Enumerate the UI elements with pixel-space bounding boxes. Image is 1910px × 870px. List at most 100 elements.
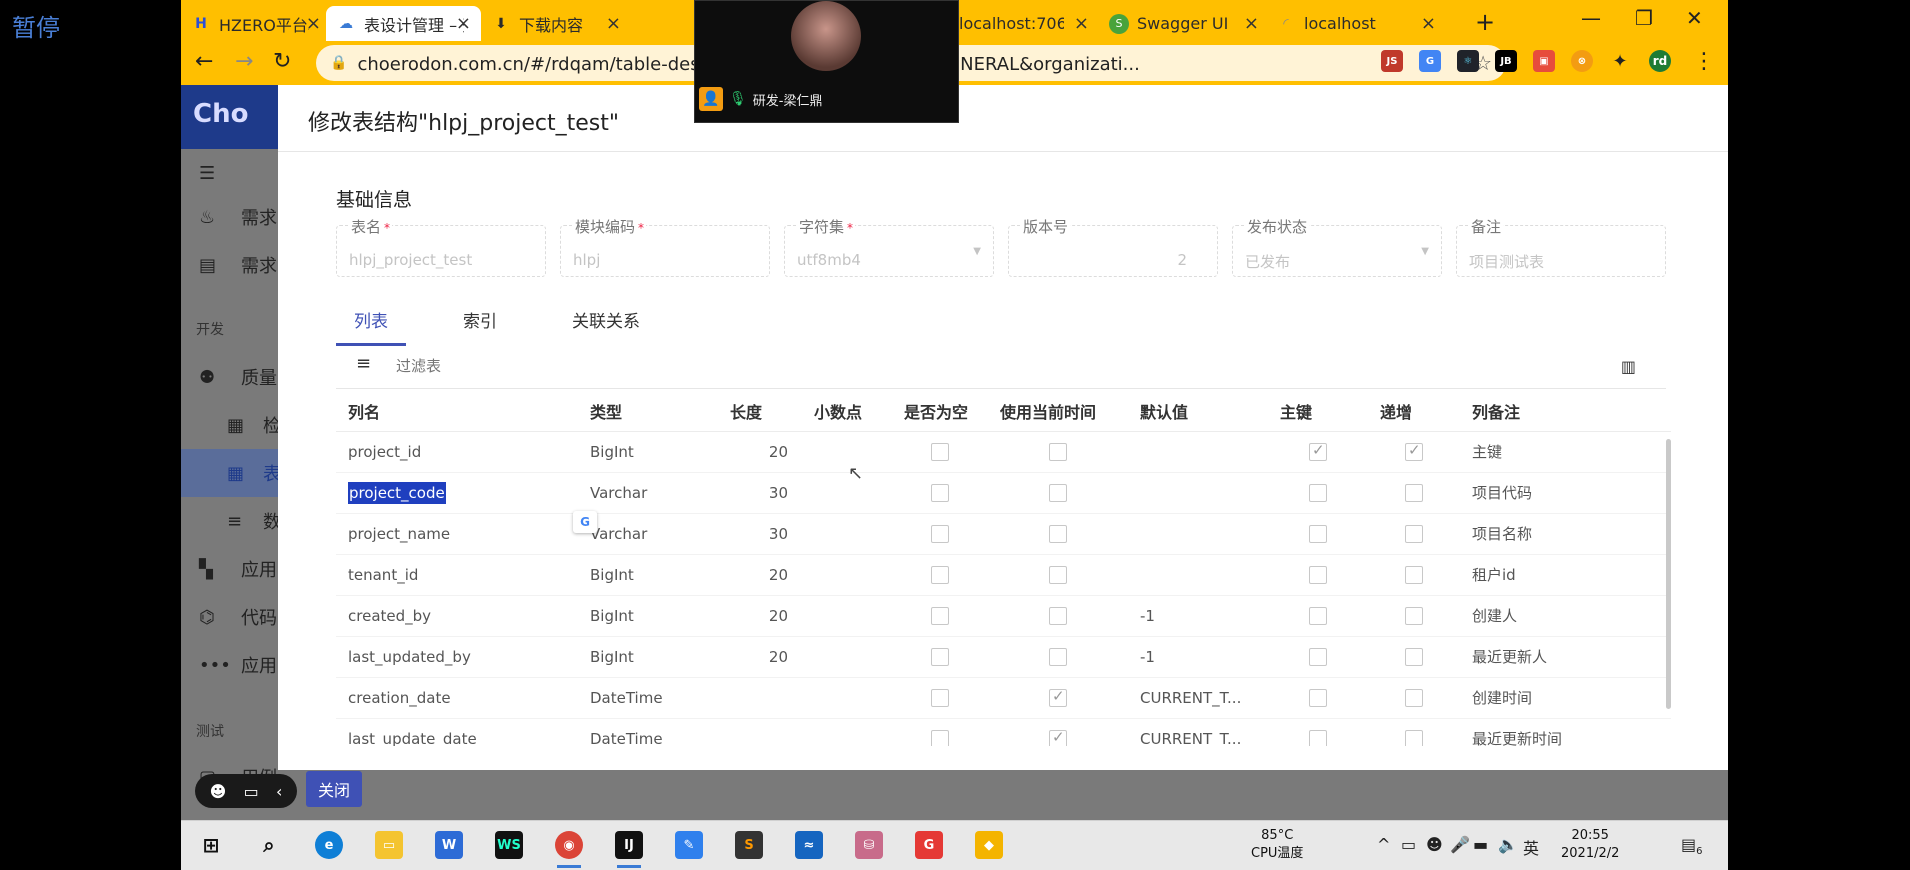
cell-remark[interactable]: 最近更新人 <box>1460 636 1671 678</box>
cell-type[interactable]: DateTime <box>578 677 718 719</box>
cell-remark[interactable]: 租户id <box>1460 554 1671 596</box>
google-translate-badge-icon[interactable]: G <box>573 511 597 533</box>
col-header-use-now[interactable]: 使用当前时间 <box>988 391 1128 432</box>
nullable-checkbox[interactable] <box>931 483 949 502</box>
auto-inc-checkbox[interactable] <box>1405 565 1423 584</box>
cell-type[interactable]: BigInt <box>578 554 718 596</box>
use-now-checkbox[interactable] <box>1049 647 1067 666</box>
tab-relations[interactable]: 关联关系 <box>572 307 640 332</box>
tray-app-icon[interactable]: ☻ <box>1426 835 1443 854</box>
table-row[interactable]: last_updated_by BigInt 20 -1 最近更新人 <box>336 636 1671 678</box>
notification-icon[interactable]: ▤6 <box>1681 835 1703 857</box>
restore-button[interactable]: ❐ <box>1635 6 1653 30</box>
close-icon[interactable]: × <box>1421 13 1436 34</box>
cell-length[interactable]: 20 <box>718 636 802 678</box>
orange-extension-icon[interactable]: ⊗ <box>1571 50 1593 72</box>
close-icon[interactable]: × <box>1074 13 1089 34</box>
edge-icon[interactable]: e <box>315 831 343 859</box>
minimize-button[interactable]: — <box>1581 6 1601 30</box>
search-icon[interactable]: ⌕ <box>255 831 283 859</box>
browser-tab-localhost[interactable]: ◜ localhost × <box>1266 6 1446 41</box>
cell-length[interactable] <box>718 718 802 746</box>
cell-decimal[interactable] <box>802 636 892 678</box>
git-app-icon[interactable]: G <box>915 831 943 859</box>
sidebar-item-0[interactable]: ♨ 需求 <box>181 193 281 241</box>
pk-checkbox[interactable] <box>1309 688 1327 707</box>
cell-default[interactable]: -1 <box>1128 636 1268 678</box>
nullable-checkbox[interactable] <box>931 688 949 707</box>
cell-decimal[interactable] <box>802 677 892 719</box>
cell-default[interactable] <box>1128 513 1268 555</box>
browser-tab-swagger[interactable]: S Swagger UI × <box>1099 6 1269 41</box>
close-icon[interactable]: × <box>456 13 471 34</box>
use-now-checkbox[interactable] <box>1049 606 1067 625</box>
microphone-tray-icon[interactable]: 🎤 <box>1450 835 1470 854</box>
table-row[interactable]: created_by BigInt 20 -1 创建人 <box>336 595 1671 637</box>
webstorm-icon[interactable]: WS <box>495 831 523 859</box>
pk-checkbox[interactable] <box>1309 606 1327 625</box>
cell-remark[interactable]: 创建时间 <box>1460 677 1671 719</box>
module-code-field[interactable]: 模块编码 * hlpj <box>560 216 770 277</box>
pk-checkbox[interactable] <box>1309 483 1327 502</box>
table-scrollbar[interactable] <box>1666 439 1671 709</box>
auto-inc-checkbox[interactable] <box>1405 441 1423 461</box>
back-button[interactable]: ← <box>195 49 213 74</box>
pk-checkbox[interactable] <box>1309 441 1327 461</box>
pk-checkbox[interactable] <box>1309 565 1327 584</box>
cell-length[interactable]: 20 <box>718 431 802 473</box>
profile-avatar[interactable]: rd <box>1649 50 1671 72</box>
cell-decimal[interactable] <box>802 595 892 637</box>
extensions-puzzle-icon[interactable]: ✦ <box>1609 50 1631 72</box>
cell-remark[interactable]: 主键 <box>1460 431 1671 473</box>
cell-length[interactable]: 30 <box>718 513 802 555</box>
nullable-checkbox[interactable] <box>931 442 949 461</box>
auto-inc-checkbox[interactable] <box>1405 688 1423 707</box>
col-header-decimal[interactable]: 小数点 <box>802 391 892 432</box>
cell-column-name[interactable]: creation_date <box>336 677 578 719</box>
auto-inc-checkbox[interactable] <box>1405 647 1423 666</box>
notes-app-icon[interactable]: ✎ <box>675 831 703 859</box>
use-now-checkbox[interactable] <box>1049 524 1067 543</box>
pk-checkbox[interactable] <box>1309 729 1327 746</box>
ime-indicator[interactable]: 英 <box>1523 835 1539 859</box>
use-now-checkbox[interactable] <box>1049 687 1067 707</box>
filter-icon[interactable]: ≡ <box>356 353 371 374</box>
filter-input[interactable] <box>396 357 796 375</box>
cell-length[interactable]: 20 <box>718 595 802 637</box>
intellij-icon[interactable]: IJ <box>615 831 643 868</box>
cell-type[interactable]: DateTime <box>578 718 718 746</box>
col-header-length[interactable]: 长度 <box>718 391 802 432</box>
sidebar-item-3[interactable]: ▦ 检 <box>181 401 281 449</box>
network-icon[interactable]: ▭ <box>1401 835 1416 854</box>
cell-remark[interactable]: 创建人 <box>1460 595 1671 637</box>
cell-length[interactable]: 20 <box>718 554 802 596</box>
puzzle-red-extension-icon[interactable]: ▣ <box>1533 50 1555 72</box>
browser-tab-downloads[interactable]: ⬇ 下载内容 × <box>481 6 631 41</box>
table-name-field[interactable]: 表名 * hlpj_project_test <box>336 216 546 277</box>
chat-icon[interactable]: ▭ <box>244 782 259 801</box>
volume-icon[interactable]: 🔈 <box>1498 835 1518 854</box>
cell-column-name[interactable]: last_updated_by <box>336 636 578 678</box>
auto-inc-checkbox[interactable] <box>1405 606 1423 625</box>
battery-icon[interactable]: ▬ <box>1473 835 1488 854</box>
table-row[interactable]: project_id BigInt20 主键 <box>336 431 1671 473</box>
collapse-chevron-icon[interactable]: ‹ <box>276 782 282 801</box>
cell-column-name[interactable]: tenant_id <box>336 554 578 596</box>
table-row[interactable]: project_name Varchar 30 项目名称 <box>336 513 1671 555</box>
close-button[interactable]: 关闭 <box>306 771 362 807</box>
cell-default[interactable] <box>1128 554 1268 596</box>
auto-inc-checkbox[interactable] <box>1405 483 1423 502</box>
cell-type[interactable]: BigInt <box>578 431 718 473</box>
dev-tool-icon[interactable]: ◆ <box>975 831 1003 859</box>
close-icon[interactable]: × <box>306 13 321 34</box>
wps-writer-icon[interactable]: W <box>435 831 463 859</box>
nullable-checkbox[interactable] <box>931 524 949 543</box>
browser-menu-icon[interactable]: ⋮ <box>1693 49 1715 74</box>
publish-status-select[interactable]: 发布状态 已发布 ▼ <box>1232 216 1442 277</box>
new-tab-button[interactable]: + <box>1475 8 1495 36</box>
cell-remark[interactable]: 最近更新时间 <box>1460 718 1671 746</box>
col-header-auto-inc[interactable]: 递增 <box>1368 391 1460 432</box>
window-close-button[interactable]: ✕ <box>1686 6 1703 30</box>
tab-indexes[interactable]: 索引 <box>463 307 497 332</box>
cell-decimal[interactable] <box>802 554 892 596</box>
